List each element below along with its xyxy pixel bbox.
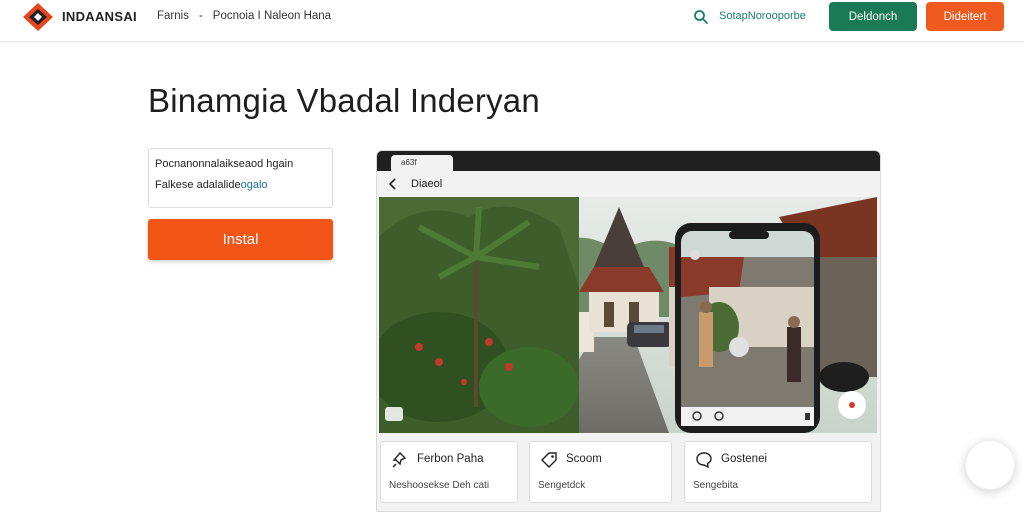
card-subtitle: Sengetdck: [538, 480, 586, 491]
mockup-nav-bar: Diaeol: [377, 171, 880, 197]
tag-icon: [541, 452, 557, 468]
search-icon[interactable]: [693, 9, 709, 25]
description-line-1: Pocnanonnalaikseaod hgain: [155, 158, 294, 170]
brand-logo-icon[interactable]: [22, 2, 54, 32]
description-link[interactable]: ogalo: [241, 179, 268, 191]
card-title: Scoom: [566, 453, 602, 465]
card-subtitle: Neshoosekse Deh cati: [389, 480, 490, 491]
nav-item-farnis[interactable]: Farnis: [157, 10, 189, 22]
feature-card-1[interactable]: Ferbon Paha Neshoosekse Deh cati: [380, 441, 518, 503]
card-subtitle: Sengebita: [693, 480, 739, 491]
secondary-header-button[interactable]: Dideitert: [926, 2, 1004, 31]
description-line-2: Falkese adalalideogalo: [155, 175, 326, 196]
primary-header-button[interactable]: Deldonch: [829, 2, 917, 31]
brand-name[interactable]: INDAANSAI: [62, 9, 137, 24]
back-arrow-icon[interactable]: [387, 177, 397, 191]
description-box: Pocnanonnalaikseaod hgain Falkese adalal…: [148, 148, 333, 208]
app-preview-mockup: a63f Diaeol Ferbon Paha Neshoosekse Deh …: [376, 150, 881, 512]
nav-separator: -: [198, 10, 203, 22]
description-text: Falkese adalalide: [155, 179, 241, 191]
mockup-tab[interactable]: a63f: [391, 155, 453, 171]
top-nav: Farnis - Pocnoia I Naleon Hana: [157, 10, 331, 22]
pin-icon: [392, 451, 407, 468]
page-title: Binamgia Vbadal Inderyan: [148, 82, 540, 119]
search-link[interactable]: SotapNorooporbe: [719, 10, 806, 22]
card-title: Gostenei: [721, 453, 768, 465]
nav-item-pocnoia[interactable]: Pocnoia I Naleon Hana: [213, 10, 331, 22]
mockup-nav-label: Diaeol: [411, 178, 443, 190]
feature-card-3[interactable]: Gostenei Sengebita: [684, 441, 872, 503]
floating-action-button[interactable]: [965, 440, 1015, 490]
chat-icon: [696, 452, 712, 469]
mockup-title-bar: a63f: [377, 151, 880, 171]
feature-card-2[interactable]: Scoom Sengetdck: [529, 441, 672, 503]
card-title: Ferbon Paha: [417, 453, 484, 465]
install-button[interactable]: Instal: [148, 219, 333, 260]
street-scene-image: [379, 197, 877, 433]
top-header: INDAANSAI Farnis - Pocnoia I Naleon Hana…: [0, 0, 1024, 42]
